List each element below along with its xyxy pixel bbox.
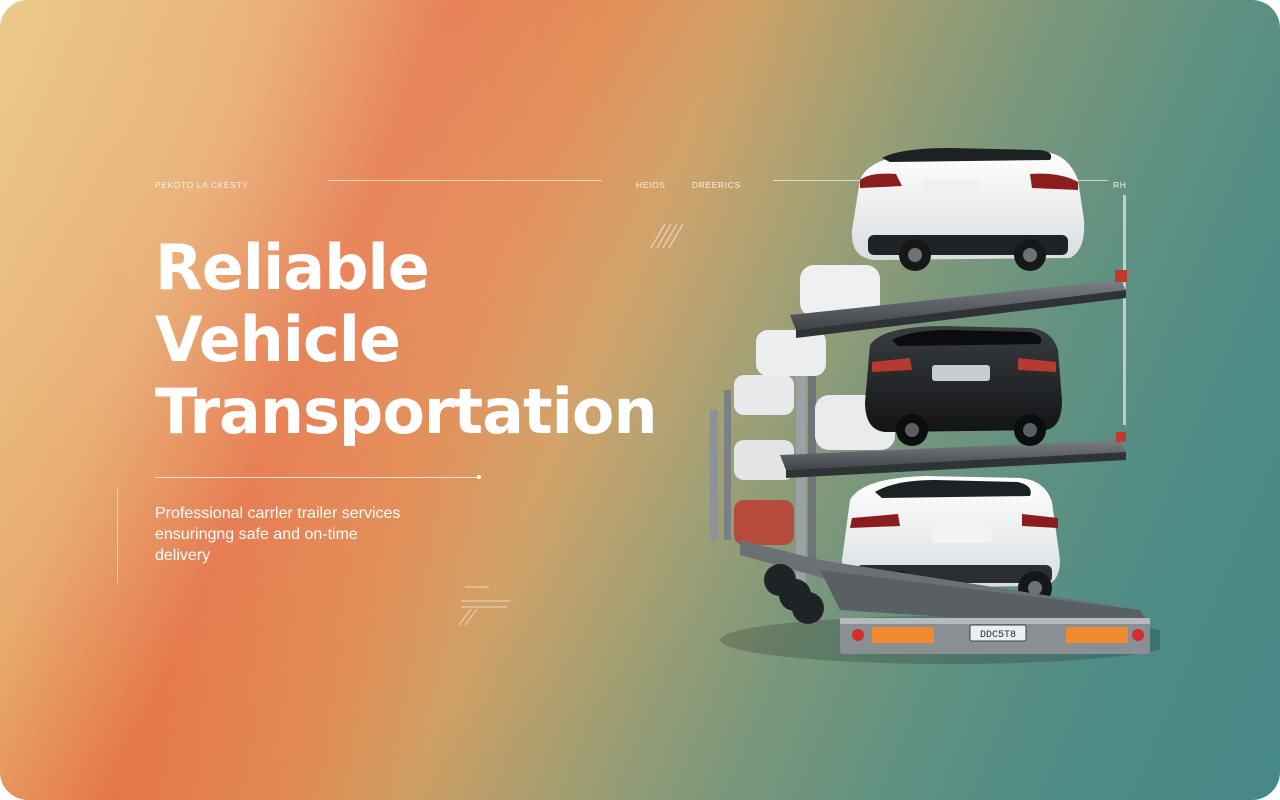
hatch-mark-icon: [458, 586, 511, 626]
accent-vertical-line: [117, 487, 118, 583]
hero-banner: PEKOTO LA CKESTY HEIOS DREERICS RH Relia…: [0, 0, 1280, 800]
heading-underline: [155, 475, 481, 479]
car-carrier-illustration: DDC5T8: [710, 148, 1160, 664]
nav-link-heios[interactable]: HEIOS: [636, 180, 665, 190]
hero-heading: Reliable Vehicle Transportation: [155, 231, 658, 448]
hero-heading-line: Reliable: [155, 231, 430, 304]
hero-heading-line: Transportation: [155, 375, 658, 448]
brand-logo[interactable]: PEKOTO LA CKESTY: [155, 180, 249, 190]
nav-divider-line: [328, 180, 602, 181]
subtitle-line: ensuringng safe and on-time: [155, 526, 358, 543]
hero-subtitle: Professional carrler trailer services en…: [155, 503, 475, 566]
license-plate: DDC5T8: [980, 630, 1016, 641]
subtitle-line: delivery: [155, 547, 211, 564]
hero-heading-line: Vehicle: [155, 303, 401, 376]
subtitle-line: Professional carrler trailer services: [155, 505, 401, 522]
